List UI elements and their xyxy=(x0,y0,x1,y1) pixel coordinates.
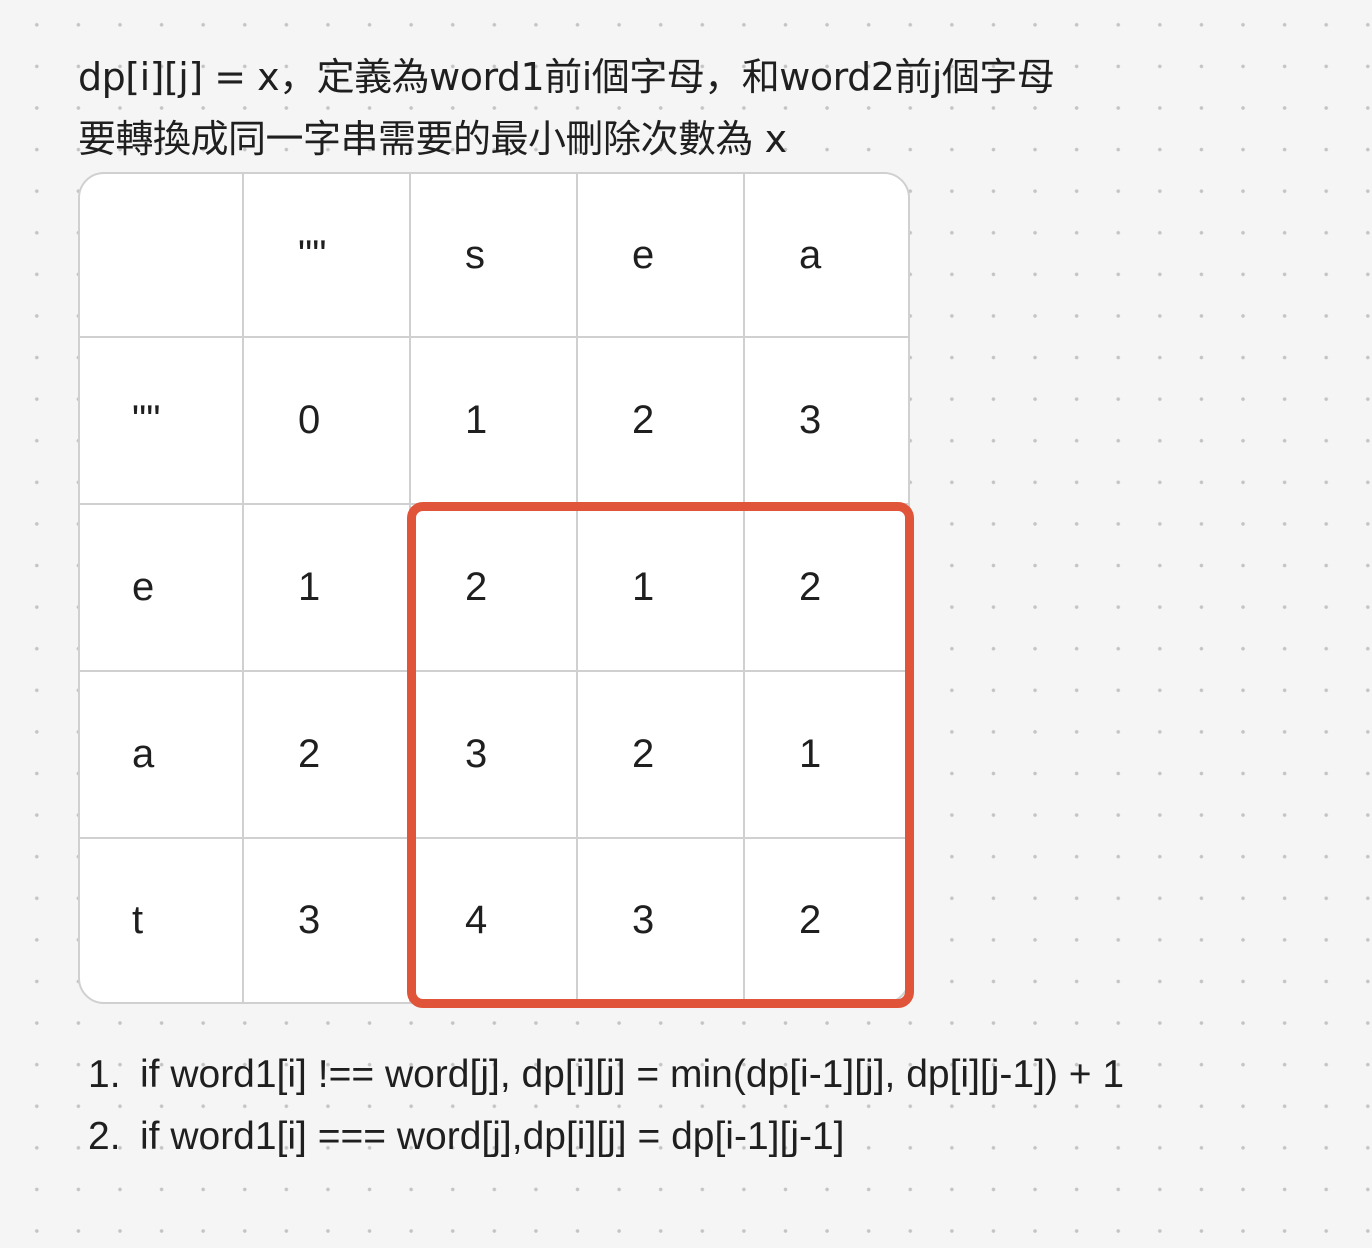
column-header-s: s xyxy=(411,174,578,338)
rule-number: 1. xyxy=(88,1053,121,1096)
row-header-a: a xyxy=(80,672,244,839)
column-header-a: a xyxy=(745,174,908,338)
column-header-e: e xyxy=(578,174,745,338)
table-cell: 2 xyxy=(745,505,908,672)
dp-table: "" s e a "" 0 1 2 3 e 1 2 1 2 a 2 3 2 1 … xyxy=(78,172,910,1004)
description-text: dp[i][j] = x，定義為word1前i個字母，和word2前j個字母 要… xyxy=(78,46,1055,170)
column-header-empty: "" xyxy=(244,174,411,338)
row-header-t: t xyxy=(80,839,244,1002)
rule-text: if word1[i] !== word[j], dp[i][j] = min(… xyxy=(140,1053,1125,1096)
table-cell: 4 xyxy=(411,839,578,1002)
table-cell: 2 xyxy=(578,672,745,839)
description-line-2: 要轉換成同一字串需要的最小刪除次數為 x xyxy=(78,117,787,161)
description-line-1: dp[i][j] = x，定義為word1前i個字母，和word2前j個字母 xyxy=(78,55,1055,99)
dp-grid: "" s e a "" 0 1 2 3 e 1 2 1 2 a 2 3 2 1 … xyxy=(80,174,908,1002)
rule-text: if word1[i] === word[j],dp[i][j] = dp[i-… xyxy=(140,1115,845,1158)
table-cell: 1 xyxy=(244,505,411,672)
table-cell: 0 xyxy=(244,338,411,505)
table-cell: 3 xyxy=(411,672,578,839)
table-cell: 1 xyxy=(745,672,908,839)
table-cell: 1 xyxy=(578,505,745,672)
rule-item: 1. if word1[i] !== word[j], dp[i][j] = mi… xyxy=(88,1044,1124,1106)
table-cell: 1 xyxy=(411,338,578,505)
rule-number: 2. xyxy=(88,1115,121,1158)
table-cell: 2 xyxy=(411,505,578,672)
table-cell: 3 xyxy=(244,839,411,1002)
table-cell: 2 xyxy=(244,672,411,839)
rule-item: 2. if word1[i] === word[j],dp[i][j] = dp[… xyxy=(88,1106,1124,1168)
table-cell: 3 xyxy=(745,338,908,505)
table-cell: 3 xyxy=(578,839,745,1002)
table-corner-cell xyxy=(80,174,244,338)
table-cell: 2 xyxy=(578,338,745,505)
row-header-empty: "" xyxy=(80,338,244,505)
row-header-e: e xyxy=(80,505,244,672)
rules-list: 1. if word1[i] !== word[j], dp[i][j] = mi… xyxy=(88,1044,1124,1168)
table-cell: 2 xyxy=(799,898,822,942)
